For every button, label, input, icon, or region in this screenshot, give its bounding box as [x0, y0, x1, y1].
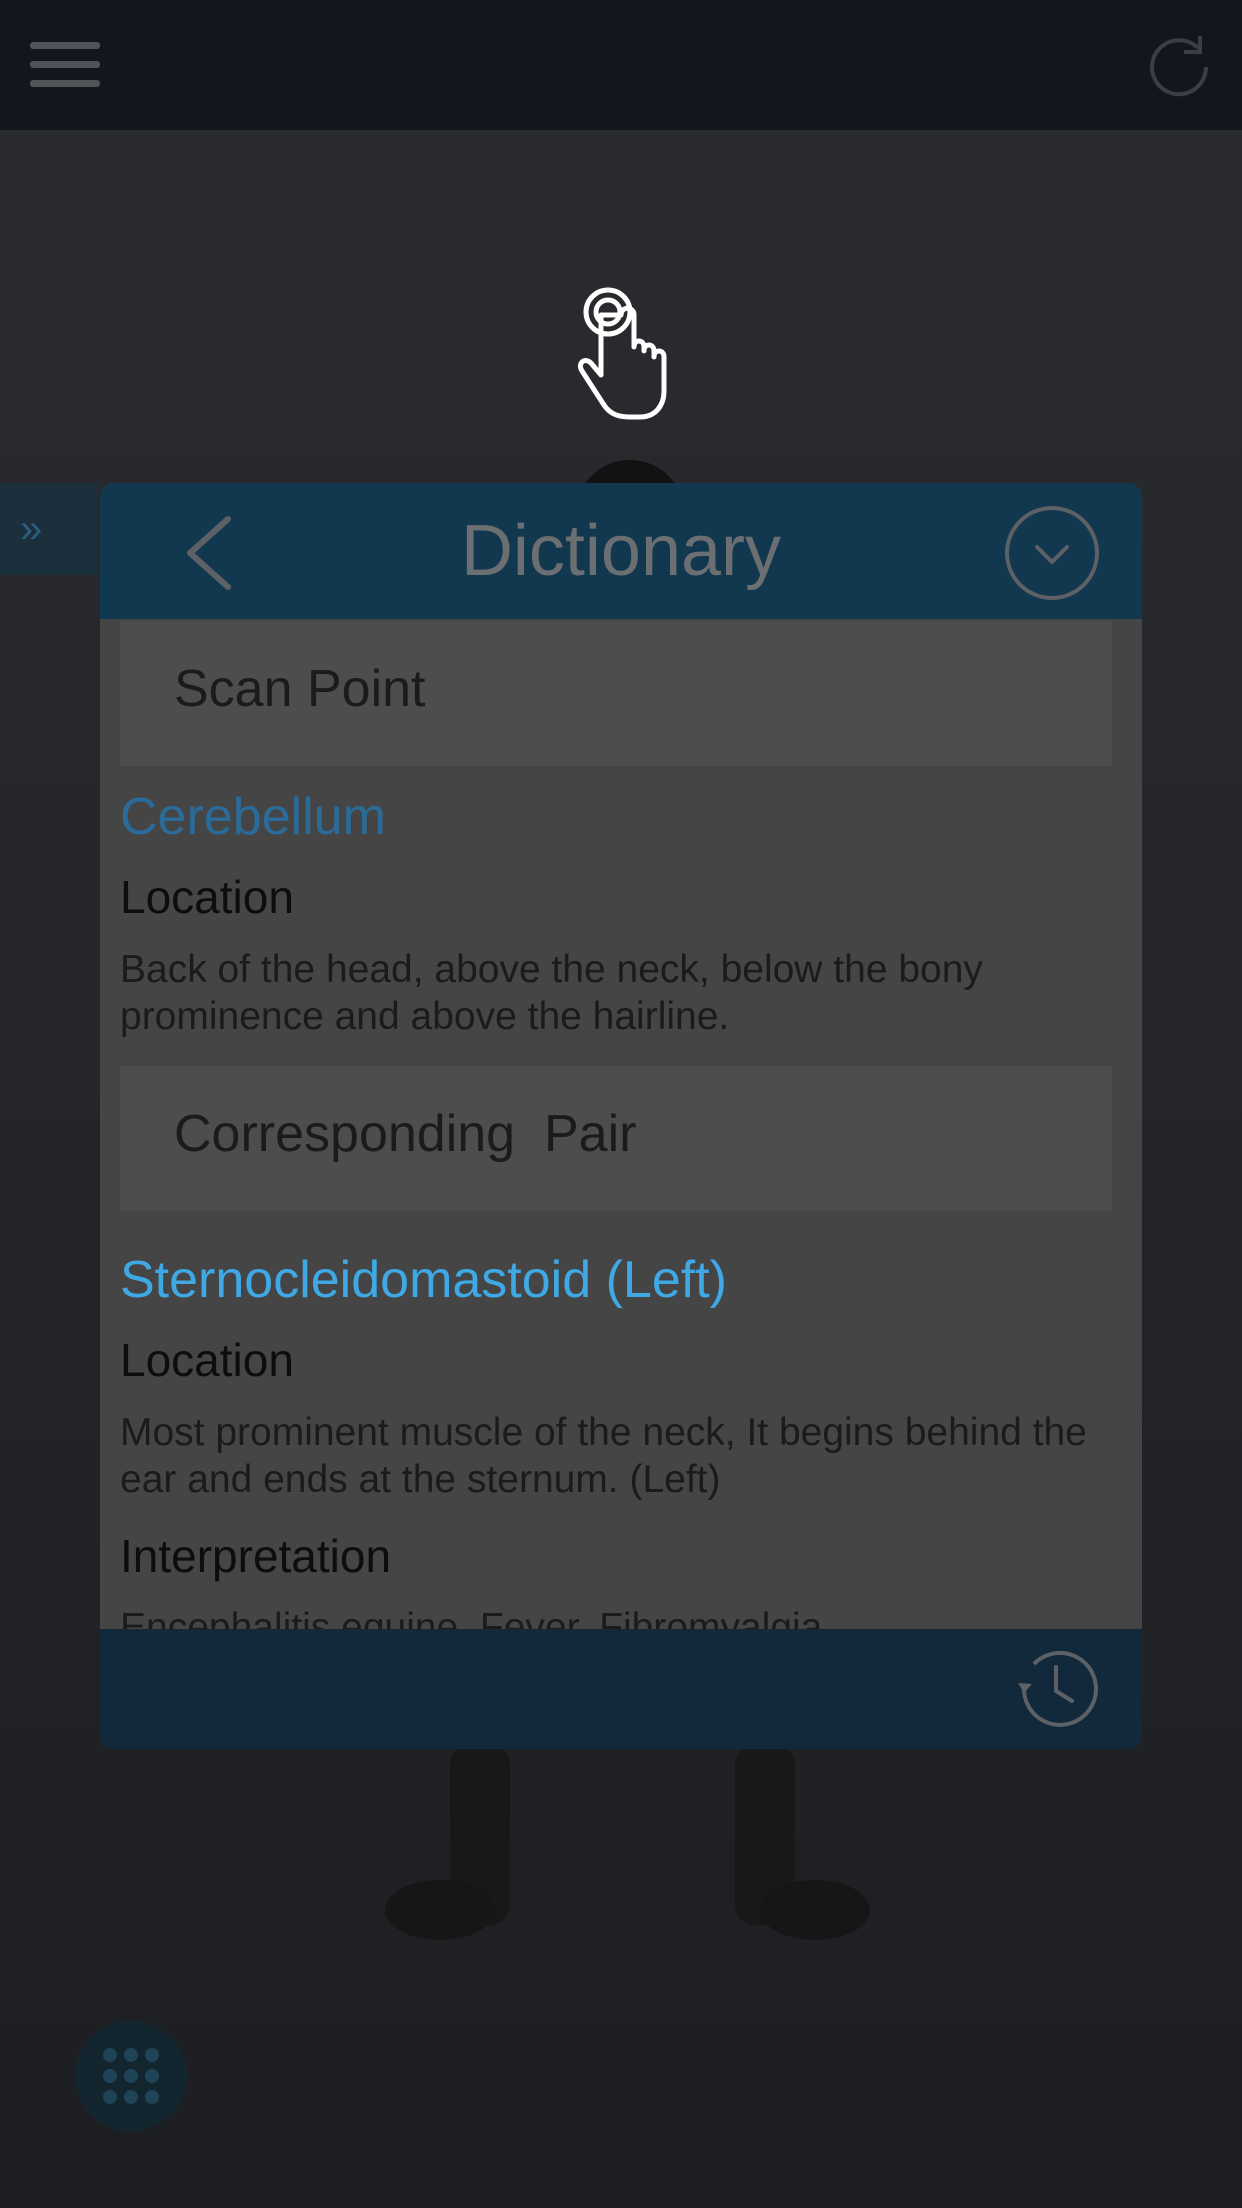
grid-menu-button[interactable]: [75, 2020, 187, 2132]
interpretation-label: Interpretation: [120, 1530, 392, 1582]
section-header-scan-point: Scan Point: [120, 621, 1112, 766]
body-figure-foot-right: [385, 1880, 495, 1940]
scan-point-location-text: Back of the head, above the neck, below …: [120, 948, 983, 1038]
body-figure-foot-left: [760, 1880, 870, 1940]
top-bar: [0, 0, 1242, 130]
tap-hand-icon: [577, 287, 667, 420]
dialog-footer: [100, 1629, 1142, 1749]
chevron-down-circle-icon[interactable]: [1004, 505, 1100, 601]
hamburger-icon[interactable]: [26, 38, 104, 92]
section-header-corresponding-pair: Corresponding Pair: [120, 1066, 1112, 1211]
corresponding-pair-location-label: Location: [120, 1334, 294, 1386]
corresponding-pair-term[interactable]: Sternocleidomastoid (Left): [120, 1250, 727, 1310]
expand-panel-tab[interactable]: »: [0, 483, 98, 575]
corresponding-pair-location-text: Most prominent muscle of the neck, It be…: [120, 1411, 1087, 1501]
double-chevron-right-icon: »: [20, 507, 43, 551]
refresh-icon[interactable]: [1142, 30, 1216, 104]
dialog-header: Dictionary: [100, 483, 1142, 619]
dialog-title: Dictionary: [460, 511, 782, 591]
dialog-content[interactable]: Scan Point Cerebellum Location Back of t…: [100, 619, 1142, 1629]
dictionary-dialog: Dictionary Scan Point Cerebellum Locatio…: [100, 483, 1142, 1749]
scan-point-location-label: Location: [120, 871, 294, 923]
interpretation-text: Encephalitis equine, Fever, Fibromyalgia…: [120, 1606, 834, 1629]
history-clock-icon[interactable]: [1010, 1643, 1102, 1735]
scan-point-term[interactable]: Cerebellum: [120, 787, 386, 847]
